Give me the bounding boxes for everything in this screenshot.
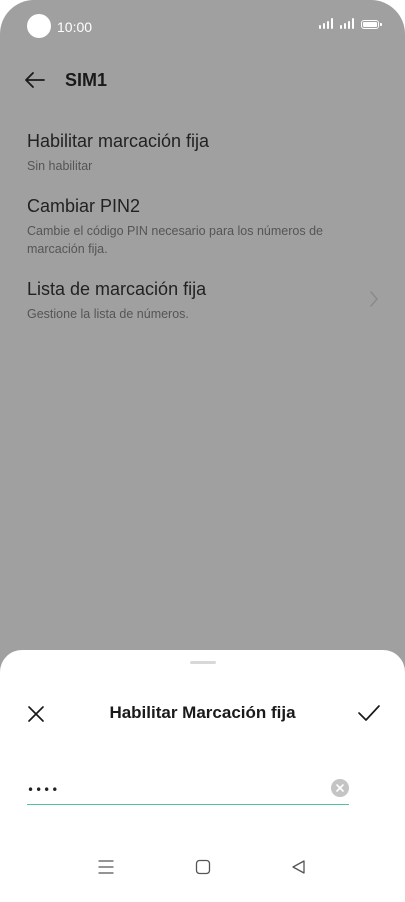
signal-icon <box>319 18 333 29</box>
back-triangle-icon[interactable] <box>290 858 308 876</box>
status-icons <box>319 18 382 29</box>
setting-title: Habilitar marcación fija <box>27 131 210 151</box>
camera-cutout <box>27 14 51 38</box>
status-time: 10:00 <box>57 19 93 35</box>
setting-subtitle: Cambie el código PIN necesario para los … <box>27 224 323 256</box>
app-bar: SIM1 <box>0 58 405 102</box>
arrow-left-icon[interactable] <box>22 68 48 92</box>
sheet-handle[interactable] <box>190 661 216 664</box>
check-icon[interactable] <box>357 703 381 723</box>
chevron-right-icon <box>370 291 378 307</box>
home-icon[interactable] <box>194 858 212 876</box>
settings-screen: 10:00 SIM1 Habilitar marcación fija Sin … <box>0 0 405 902</box>
setting-title: Lista de marcación fija <box>27 279 207 299</box>
sheet-title: Habilitar Marcación fija <box>109 703 296 722</box>
setting-title: Cambiar PIN2 <box>27 196 141 216</box>
page-title: SIM1 <box>65 70 108 90</box>
setting-change-pin2[interactable]: Cambiar PIN2 Cambie el código PIN necesa… <box>0 195 405 258</box>
menu-icon[interactable] <box>97 858 115 876</box>
pin-input[interactable] <box>27 775 349 805</box>
bottom-sheet: Habilitar Marcación fija <box>0 650 405 902</box>
setting-enable-fixed-dialing[interactable]: Habilitar marcación fija Sin habilitar <box>0 130 405 175</box>
setting-subtitle: Sin habilitar <box>27 159 93 173</box>
navigation-bar <box>0 842 405 902</box>
close-icon[interactable] <box>26 704 46 724</box>
status-bar: 10:00 <box>0 0 405 52</box>
battery-icon <box>361 20 382 29</box>
signal-icon-2 <box>340 18 354 29</box>
clear-icon[interactable] <box>331 779 349 797</box>
settings-list: Habilitar marcación fija Sin habilitar C… <box>0 130 405 323</box>
setting-fixed-dialing-list[interactable]: Lista de marcación fija Gestione la list… <box>0 278 405 323</box>
setting-subtitle: Gestione la lista de números. <box>27 307 189 321</box>
